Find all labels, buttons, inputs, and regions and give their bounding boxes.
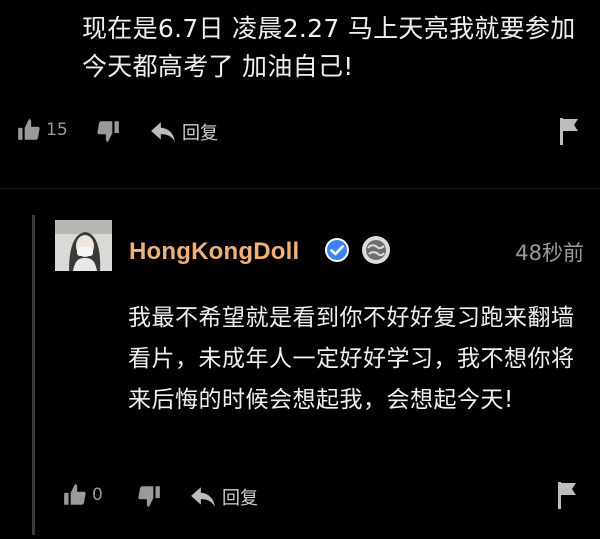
flag-icon (558, 116, 582, 146)
reply-arrow-icon (190, 486, 216, 508)
timestamp: 48秒前 (515, 241, 584, 265)
verified-icon (323, 236, 351, 268)
top-comment: 现在是6.7日 凌晨2.27 马上天亮我就要参加今天都高考了 加油自己! 15 (0, 0, 600, 176)
report-button[interactable] (556, 480, 580, 510)
dislike-button[interactable] (95, 118, 121, 144)
report-button[interactable] (558, 116, 582, 146)
reply-label: 回复 (222, 488, 258, 509)
top-comment-text: 现在是6.7日 凌晨2.27 马上天亮我就要参加今天都高考了 加油自己! (82, 14, 576, 81)
avatar[interactable] (55, 220, 112, 271)
thumbs-down-icon (95, 118, 121, 144)
like-button[interactable]: 0 (62, 482, 103, 508)
flag-icon (556, 480, 580, 510)
reply-arrow-icon (150, 121, 176, 143)
reply-button[interactable]: 回复 (150, 119, 218, 145)
dislike-button[interactable] (136, 483, 162, 509)
thumbs-up-icon (62, 482, 88, 508)
like-count: 15 (46, 120, 68, 140)
divider (0, 188, 600, 189)
thumbs-up-icon (16, 117, 42, 143)
reply-button[interactable]: 回复 (190, 484, 258, 510)
reply-actions: 0 回复 (0, 474, 600, 514)
thumbs-down-icon (136, 483, 162, 509)
reply-label: 回复 (182, 123, 218, 144)
like-count: 0 (92, 485, 103, 505)
reply-text: 我最不希望就是看到你不好好复习跑来翻墙看片，未成年人一定好好学习，我不想你将来后… (128, 305, 575, 413)
like-button[interactable]: 15 (16, 117, 68, 143)
username[interactable]: HongKongDoll (129, 238, 299, 266)
globe-badge-icon (360, 234, 392, 270)
reply-comment: HongKongDoll 48秒前 我最不希望就是看到你不好好复习跑来翻墙看片，… (0, 190, 600, 539)
top-comment-actions: 15 回复 (0, 112, 600, 152)
